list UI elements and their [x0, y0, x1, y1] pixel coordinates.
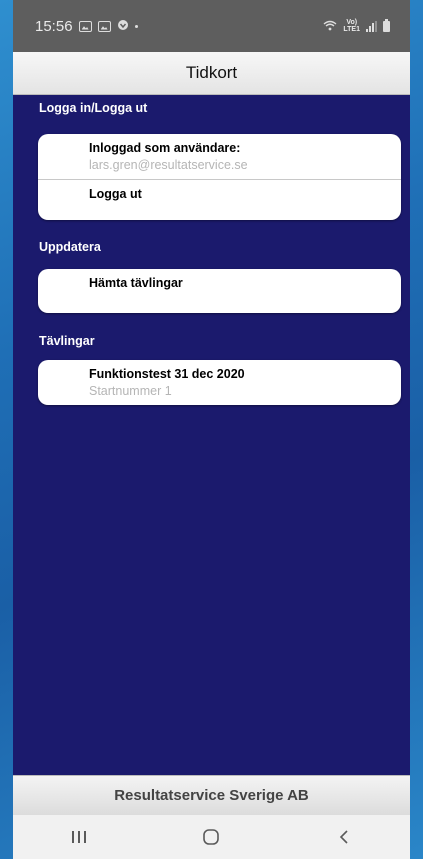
- main-content: Logga in/Logga ut Inloggad som användare…: [13, 101, 410, 405]
- recents-button[interactable]: [49, 819, 109, 855]
- gallery-icon: [78, 20, 92, 32]
- fetch-competitions-button[interactable]: Hämta tävlingar: [38, 269, 401, 313]
- battery-icon: [383, 18, 390, 32]
- wifi-icon: [323, 18, 337, 35]
- home-icon: [203, 829, 220, 845]
- home-button[interactable]: [181, 819, 241, 855]
- logged-in-cell[interactable]: Inloggad som användare: lars.gren@result…: [38, 134, 401, 179]
- logged-in-user: lars.gren@resultatservice.se: [89, 158, 248, 172]
- footer-label: Resultatservice Sverige AB: [114, 787, 309, 804]
- competition-title: Funktionstest 31 dec 2020: [89, 367, 245, 381]
- phone-screen: 15:56 Vo)LTE1 Tidkort Logga in/Logga ut: [13, 0, 410, 859]
- app-title-bar: Tidkort: [13, 52, 410, 95]
- more-notifications-icon: [134, 24, 138, 28]
- fetch-competitions-cell: Hämta tävlingar: [38, 269, 401, 290]
- back-icon: [339, 830, 348, 844]
- image-notification-icon: [97, 20, 111, 32]
- section-header-login: Logga in/Logga ut: [39, 101, 148, 115]
- back-button[interactable]: [314, 819, 374, 855]
- logout-label: Logga ut: [89, 187, 142, 201]
- location-icon: [117, 18, 129, 35]
- login-card: Inloggad som användare: lars.gren@result…: [38, 134, 401, 220]
- signal-icon: [366, 20, 377, 32]
- section-header-update: Uppdatera: [39, 240, 101, 254]
- status-bar: 15:56 Vo) LTE1: [13, 0, 410, 52]
- page-title: Tidkort: [185, 63, 238, 82]
- competition-cell: Funktionstest 31 dec 2020 Startnummer 1: [38, 360, 401, 398]
- network-type: LTE1: [343, 26, 360, 33]
- fetch-competitions-label: Hämta tävlingar: [89, 276, 183, 290]
- competition-item[interactable]: Funktionstest 31 dec 2020 Startnummer 1: [38, 360, 401, 405]
- logged-in-title: Inloggad som användare:: [89, 141, 241, 155]
- lte-icon: Vo) LTE1: [343, 19, 360, 33]
- section-header-competitions: Tävlingar: [39, 334, 95, 348]
- recents-icon: [72, 831, 87, 843]
- competition-start-number: Startnummer 1: [89, 384, 172, 398]
- system-nav-bar: [13, 815, 410, 859]
- logout-button[interactable]: Logga ut: [38, 180, 401, 220]
- status-time: 15:56: [35, 17, 73, 35]
- footer: Resultatservice Sverige AB: [13, 775, 410, 815]
